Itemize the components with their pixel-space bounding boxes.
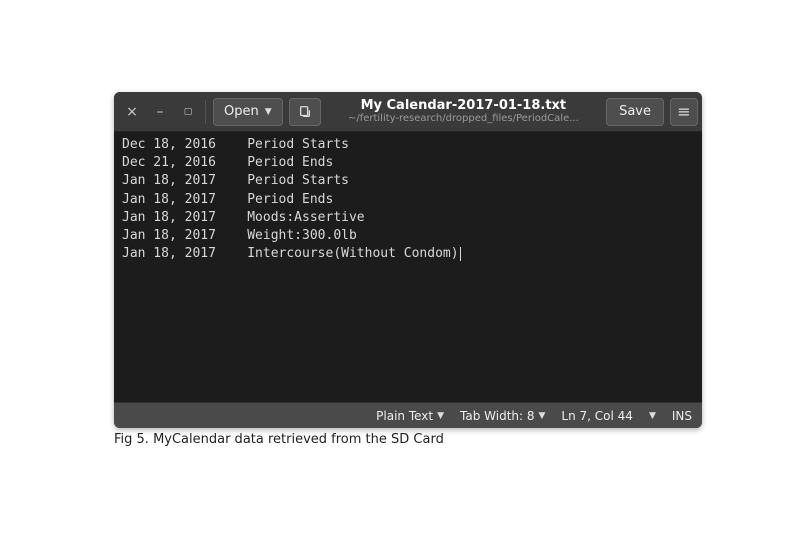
chevron-down-icon: ▼ — [265, 107, 272, 117]
tabwidth-label: Tab Width: 8 — [460, 409, 534, 423]
titlebar: × – ▢ Open ▼ My Calendar-2017-01-18.txt … — [114, 92, 702, 132]
new-document-button[interactable] — [289, 98, 321, 126]
chevron-down-icon: ▼ — [539, 411, 546, 421]
save-button-label: Save — [619, 104, 651, 119]
maximize-button[interactable]: ▢ — [174, 98, 202, 126]
overwrite-toggle[interactable]: ▼ — [641, 411, 664, 421]
hamburger-menu-button[interactable]: ≡ — [670, 98, 698, 126]
open-button[interactable]: Open ▼ — [213, 98, 283, 126]
hamburger-icon: ≡ — [677, 102, 690, 121]
insert-mode[interactable]: INS — [664, 409, 694, 423]
window-controls: × – ▢ — [118, 98, 202, 126]
new-document-icon — [298, 105, 312, 119]
save-button[interactable]: Save — [606, 98, 664, 126]
close-button[interactable]: × — [118, 98, 146, 126]
cursor-position: Ln 7, Col 44 — [553, 409, 641, 423]
window-subtitle: ~/fertility-research/dropped_files/Perio… — [327, 113, 600, 125]
syntax-selector[interactable]: Plain Text ▼ — [368, 409, 452, 423]
tabwidth-selector[interactable]: Tab Width: 8 ▼ — [452, 409, 553, 423]
gedit-window: × – ▢ Open ▼ My Calendar-2017-01-18.txt … — [114, 92, 702, 428]
figure-caption: Fig 5. MyCalendar data retrieved from th… — [114, 432, 444, 447]
window-title: My Calendar-2017-01-18.txt — [327, 98, 600, 114]
open-button-label: Open — [224, 104, 259, 119]
cursor-position-label: Ln 7, Col 44 — [561, 409, 633, 423]
minimize-button[interactable]: – — [146, 98, 174, 126]
chevron-down-icon: ▼ — [649, 411, 656, 421]
title-block: My Calendar-2017-01-18.txt ~/fertility-r… — [321, 98, 606, 126]
editor-area[interactable]: Dec 18, 2016 Period Starts Dec 21, 2016 … — [114, 132, 702, 402]
chevron-down-icon: ▼ — [437, 411, 444, 421]
syntax-label: Plain Text — [376, 409, 433, 423]
statusbar: Plain Text ▼ Tab Width: 8 ▼ Ln 7, Col 44… — [114, 402, 702, 428]
separator — [205, 100, 206, 124]
insert-mode-label: INS — [672, 409, 692, 423]
